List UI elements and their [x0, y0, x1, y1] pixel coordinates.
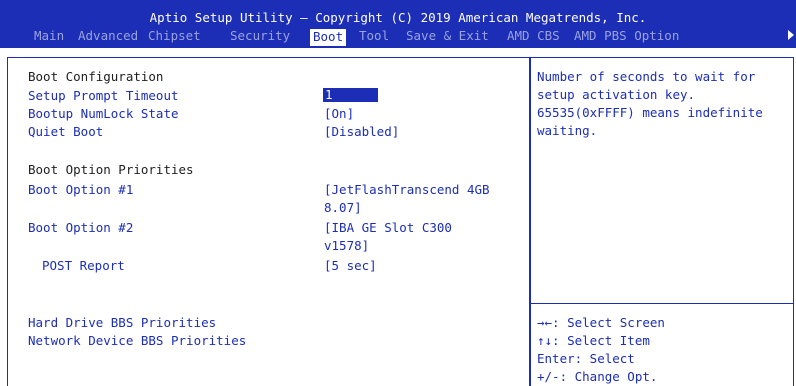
tab-boot[interactable]: Boot	[310, 29, 347, 46]
boot-configuration-heading: Boot Configuration	[28, 69, 164, 84]
boot-option-2-label[interactable]: Boot Option #2	[28, 220, 133, 236]
boot-option-priorities-heading: Boot Option Priorities	[28, 162, 194, 177]
tab-save-exit[interactable]: Save & Exit	[406, 28, 489, 44]
header-bar: Aptio Setup Utility – Copyright (C) 2019…	[0, 0, 796, 48]
key-hint-change-option: +/-: Change Opt.	[537, 369, 658, 384]
bios-screen: Aptio Setup Utility – Copyright (C) 2019…	[0, 0, 796, 386]
setup-prompt-timeout-input[interactable]: 1	[323, 88, 378, 102]
quiet-boot-label[interactable]: Quiet Boot	[28, 124, 103, 140]
tab-security[interactable]: Security	[230, 28, 290, 44]
network-device-bbs-priorities-link[interactable]: Network Device BBS Priorities	[28, 333, 246, 349]
tab-amd-pbs-option[interactable]: AMD PBS Option	[574, 28, 679, 44]
quiet-boot-value[interactable]: [Disabled]	[324, 124, 399, 140]
help-text-line-4: waiting.	[537, 123, 598, 138]
help-divider	[531, 303, 793, 304]
app-title: Aptio Setup Utility – Copyright (C) 2019…	[149, 10, 647, 25]
tab-chipset[interactable]: Chipset	[148, 28, 201, 44]
more-tabs-arrow-icon[interactable]	[788, 30, 794, 40]
boot-option-1-value[interactable]: [JetFlashTranscend 4GB	[324, 182, 490, 198]
bootup-numlock-state-label[interactable]: Bootup NumLock State	[28, 106, 179, 122]
post-report-label[interactable]: POST Report	[42, 258, 125, 274]
tab-tool[interactable]: Tool	[359, 28, 389, 44]
tab-advanced[interactable]: Advanced	[78, 28, 138, 44]
settings-panel: Boot Configuration Setup Prompt Timeout …	[7, 57, 530, 386]
setup-prompt-timeout-label[interactable]: Setup Prompt Timeout	[28, 88, 179, 104]
tab-main[interactable]: Main	[34, 28, 64, 44]
post-report-value[interactable]: [5 sec]	[324, 258, 377, 274]
help-text-line-1: Number of seconds to wait for	[537, 69, 756, 84]
boot-option-1-value-cont[interactable]: 8.07]	[324, 200, 362, 216]
boot-option-2-value-cont[interactable]: v1578]	[324, 238, 369, 254]
help-panel: Number of seconds to wait for setup acti…	[530, 57, 794, 386]
key-hint-select-item: ↑↓: Select Item	[537, 333, 650, 348]
help-text-line-3: 65535(0xFFFF) means indefinite	[537, 105, 763, 120]
hard-drive-bbs-priorities-link[interactable]: Hard Drive BBS Priorities	[28, 315, 216, 331]
help-text-line-2: setup activation key.	[537, 87, 696, 102]
boot-option-2-value[interactable]: [IBA GE Slot C300	[324, 220, 452, 236]
boot-option-1-label[interactable]: Boot Option #1	[28, 182, 133, 198]
key-hint-select-screen: →←: Select Screen	[537, 315, 665, 330]
key-hint-enter-select: Enter: Select	[537, 351, 635, 366]
bootup-numlock-state-value[interactable]: [On]	[324, 106, 354, 122]
tab-amd-cbs[interactable]: AMD CBS	[507, 28, 560, 44]
